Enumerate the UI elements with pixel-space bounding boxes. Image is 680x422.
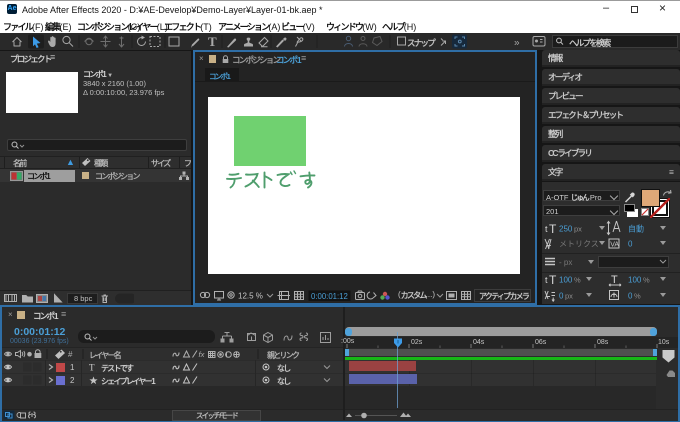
svg-text:t: t <box>545 275 548 285</box>
svg-text:T: T <box>549 222 557 236</box>
svg-text:12.5 %: 12.5 % <box>238 292 263 301</box>
svg-text:8 bpc: 8 bpc <box>74 294 93 303</box>
svg-text:1: 1 <box>70 363 75 372</box>
svg-text:10s: 10s <box>658 339 670 346</box>
svg-text:100: 100 <box>628 276 642 285</box>
svg-text:T: T <box>549 273 557 287</box>
svg-text:08s: 08s <box>597 339 609 346</box>
svg-text:250: 250 <box>559 225 573 234</box>
svg-text:%: % <box>643 276 650 285</box>
svg-text:04s: 04s <box>473 339 485 346</box>
svg-text:2: 2 <box>70 376 75 385</box>
svg-text:0:00:01:12: 0:00:01:12 <box>311 292 348 301</box>
svg-text:»: » <box>514 38 520 49</box>
svg-text:100: 100 <box>559 276 573 285</box>
svg-text:0: 0 <box>628 292 633 301</box>
svg-text:t: t <box>545 224 548 234</box>
svg-text:px: px <box>574 225 582 234</box>
svg-text:VA: VA <box>610 242 619 249</box>
svg-text:%: % <box>634 292 641 301</box>
svg-text:fx: fx <box>199 350 205 359</box>
svg-text:0: 0 <box>559 292 564 301</box>
svg-text:02s: 02s <box>411 339 423 346</box>
svg-text:#: # <box>68 350 73 359</box>
svg-text:T: T <box>89 363 95 373</box>
svg-text:T: T <box>208 34 217 49</box>
svg-text:自動: 自動 <box>628 224 644 234</box>
svg-text:06s: 06s <box>535 339 547 346</box>
svg-text:メトリクス: メトリクス <box>559 240 599 249</box>
svg-text:px: px <box>565 292 573 301</box>
svg-text:T: T <box>611 274 618 286</box>
svg-text:%: % <box>574 276 581 285</box>
svg-text:0: 0 <box>628 240 633 249</box>
svg-text:- px: - px <box>559 258 572 267</box>
